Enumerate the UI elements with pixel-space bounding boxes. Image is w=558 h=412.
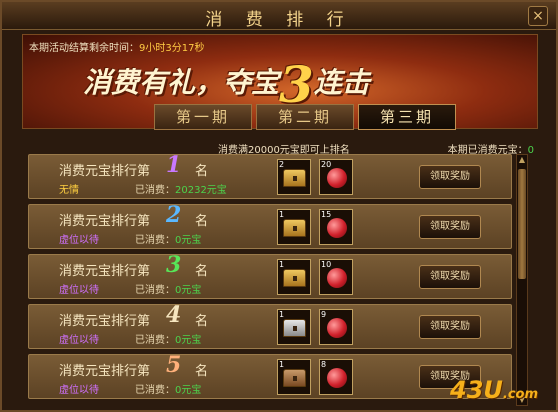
rank-suffix: 名 [195, 314, 209, 329]
logo-text: 43U [450, 376, 503, 404]
reward-slot-chest[interactable]: 1 [277, 309, 311, 345]
gem-count: 8 [321, 360, 327, 369]
treasure-chest-icon [283, 169, 306, 187]
list-scrollbar[interactable]: ▲ ▼ [516, 154, 528, 406]
red-gem-icon [327, 168, 347, 188]
player-name: 虚位以待 [59, 385, 99, 396]
red-gem-icon [327, 368, 347, 388]
ranking-row-4: 消费元宝排行第 4 名 虚位以待 已消费： 0元宝 1 9 领取奖励 [28, 302, 512, 349]
claim-reward-button[interactable]: 领取奖励 [419, 315, 481, 339]
chest-count: 2 [279, 160, 285, 169]
spent-label: 已消费： [135, 335, 175, 346]
ranking-row-1: 消费元宝排行第 1 名 无情 已消费： 20232元宝 2 20 领取奖励 [28, 154, 512, 199]
spent-label: 已消费： [135, 385, 175, 396]
reward-slot-chest[interactable]: 1 [277, 259, 311, 295]
player-name: 无情 [59, 185, 79, 196]
reward-slot-chest[interactable]: 1 [277, 209, 311, 245]
player-name: 虚位以待 [59, 235, 99, 246]
rank-number: 2 [166, 202, 182, 228]
chest-count: 1 [279, 260, 285, 269]
reward-slot-gem[interactable]: 8 [319, 359, 353, 395]
countdown-label: 本期活动结算剩余时间： [29, 43, 139, 54]
scroll-thumb[interactable] [518, 169, 526, 279]
countdown: 本期活动结算剩余时间：9小时3分17秒 [29, 39, 204, 54]
treasure-chest-icon [283, 319, 306, 337]
red-gem-icon [327, 268, 347, 288]
player-name: 虚位以待 [59, 285, 99, 296]
reward-slot-gem[interactable]: 15 [319, 209, 353, 245]
claim-reward-button[interactable]: 领取奖励 [419, 215, 481, 239]
ranking-row-2: 消费元宝排行第 2 名 虚位以待 已消费： 0元宝 1 15 领取奖励 [28, 202, 512, 249]
gem-count: 10 [321, 260, 332, 269]
rank-label: 消费元宝排行第 [59, 364, 151, 379]
gem-count: 15 [321, 210, 332, 219]
rank-label: 消费元宝排行第 [59, 164, 151, 179]
spent-value: 0元宝 [175, 385, 202, 396]
rank-number: 5 [166, 352, 182, 378]
ranking-window: 消 费 排 行 × 本期活动结算剩余时间：9小时3分17秒 消费有礼，夺宝 3 连击… [0, 0, 558, 412]
rank-suffix: 名 [195, 264, 209, 279]
rank-label: 消费元宝排行第 [59, 314, 151, 329]
chest-count: 1 [279, 360, 285, 369]
reward-slot-gem[interactable]: 20 [319, 159, 353, 195]
ranking-row-3: 消费元宝排行第 3 名 虚位以待 已消费： 0元宝 1 10 领取奖励 [28, 252, 512, 299]
claim-reward-button[interactable]: 领取奖励 [419, 265, 481, 289]
tab-period-2[interactable]: 第二期 [256, 104, 354, 130]
rank-number: 1 [166, 154, 182, 178]
gem-count: 20 [321, 160, 332, 169]
gem-count: 9 [321, 310, 327, 319]
spent-value: 0元宝 [175, 235, 202, 246]
site-logo: 43U.com [450, 376, 538, 404]
reward-slot-chest[interactable]: 2 [277, 159, 311, 195]
countdown-value: 9小时3分17秒 [139, 43, 205, 54]
treasure-chest-icon [283, 369, 306, 387]
tab-period-3[interactable]: 第三期 [358, 104, 456, 130]
spent-label: 已消费： [135, 185, 175, 196]
treasure-chest-icon [283, 269, 306, 287]
title-bar[interactable]: 消 费 排 行 × [2, 2, 556, 30]
rank-suffix: 名 [195, 214, 209, 229]
reward-slot-chest[interactable]: 1 [277, 359, 311, 395]
chest-count: 1 [279, 310, 285, 319]
spent-label: 已消费： [135, 285, 175, 296]
claim-reward-button[interactable]: 领取奖励 [419, 165, 481, 189]
spent-value: 20232元宝 [175, 185, 227, 196]
scroll-up-icon[interactable]: ▲ [517, 155, 527, 165]
rank-number: 4 [166, 302, 182, 328]
spent-value: 0元宝 [175, 335, 202, 346]
tab-period-1[interactable]: 第一期 [154, 104, 252, 130]
ranking-row-5: 消费元宝排行第 5 名 虚位以待 已消费： 0元宝 1 8 领取奖励 [28, 352, 512, 399]
red-gem-icon [327, 218, 347, 238]
slogan-part1: 消费有礼，夺宝 [83, 66, 280, 99]
window-title: 消 费 排 行 [205, 10, 353, 30]
rank-suffix: 名 [195, 164, 209, 179]
close-button[interactable]: × [528, 6, 548, 26]
spent-value: 0元宝 [175, 285, 202, 296]
rank-label: 消费元宝排行第 [59, 214, 151, 229]
player-name: 虚位以待 [59, 335, 99, 346]
slogan-part2: 连击 [313, 66, 370, 99]
reward-slot-gem[interactable]: 10 [319, 259, 353, 295]
red-gem-icon [327, 318, 347, 338]
treasure-chest-icon [283, 219, 306, 237]
rank-suffix: 名 [195, 364, 209, 379]
logo-suffix: .com [502, 387, 539, 402]
reward-slot-gem[interactable]: 9 [319, 309, 353, 345]
rank-number: 3 [166, 252, 182, 278]
ranking-list: 消费元宝排行第 1 名 无情 已消费： 20232元宝 2 20 领取奖励 消费… [28, 154, 532, 406]
spent-label: 已消费： [135, 235, 175, 246]
rank-label: 消费元宝排行第 [59, 264, 151, 279]
chest-count: 1 [279, 210, 285, 219]
